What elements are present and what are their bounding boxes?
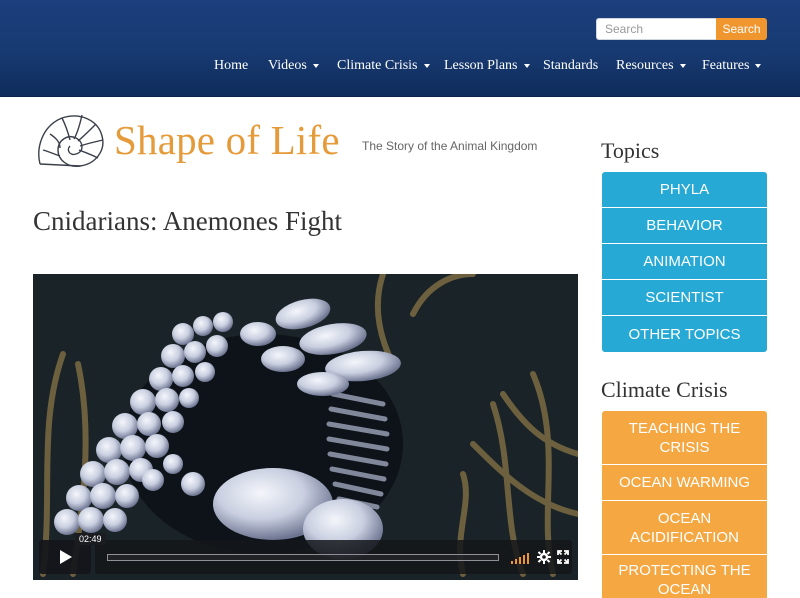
- video-frame-anemone: [33, 274, 578, 580]
- nav-videos[interactable]: Videos: [268, 58, 319, 74]
- climate-ocean-warming[interactable]: OCEAN WARMING: [602, 465, 767, 501]
- video-current-time: 02:49: [75, 533, 106, 545]
- video-progress-bar[interactable]: [107, 554, 499, 561]
- nautilus-shell-icon: [38, 114, 104, 167]
- nav-standards[interactable]: Standards: [543, 58, 598, 74]
- caret-down-icon: [523, 63, 530, 68]
- topics-heading: Topics: [601, 138, 660, 163]
- volume-icon[interactable]: [511, 550, 531, 564]
- video-player[interactable]: 02:49: [33, 274, 578, 580]
- search-input[interactable]: [596, 18, 716, 40]
- climate-teaching-the-crisis[interactable]: TEACHING THE CRISIS: [602, 411, 767, 465]
- climate-protecting-the-ocean[interactable]: PROTECTING THE OCEAN: [602, 555, 767, 598]
- nav-resources[interactable]: Resources: [616, 58, 686, 74]
- nav-features[interactable]: Features: [702, 58, 762, 74]
- search-form: Search: [596, 18, 767, 40]
- main-nav: Home Videos Climate Crisis Lesson Plans …: [0, 58, 800, 78]
- caret-down-icon: [755, 63, 762, 68]
- logo-wordmark: Shape of Life: [114, 117, 340, 163]
- caret-down-icon: [679, 63, 686, 68]
- play-button[interactable]: [39, 540, 91, 574]
- climate-crisis-heading: Climate Crisis: [601, 377, 728, 402]
- caret-down-icon: [423, 63, 430, 68]
- topic-other-topics[interactable]: OTHER TOPICS: [602, 316, 767, 352]
- video-controls: 02:49: [39, 533, 572, 574]
- topic-scientist[interactable]: SCIENTIST: [602, 280, 767, 316]
- topic-animation[interactable]: ANIMATION: [602, 244, 767, 280]
- settings-gear-icon[interactable]: [537, 550, 551, 564]
- nav-climate-crisis[interactable]: Climate Crisis: [337, 58, 430, 74]
- video-control-bar: 02:49: [75, 533, 572, 574]
- topics-list: PHYLA BEHAVIOR ANIMATION SCIENTIST OTHER…: [602, 172, 767, 352]
- fullscreen-icon[interactable]: [557, 550, 569, 564]
- site-logo[interactable]: Shape of Life The Story of the Animal Ki…: [34, 112, 538, 172]
- climate-crisis-list: TEACHING THE CRISIS OCEAN WARMING OCEAN …: [602, 411, 767, 598]
- logo-tagline: The Story of the Animal Kingdom: [362, 139, 538, 153]
- search-button[interactable]: Search: [716, 18, 767, 40]
- topic-behavior[interactable]: BEHAVIOR: [602, 208, 767, 244]
- site-header: Search Home Videos Climate Crisis Lesson…: [0, 0, 800, 97]
- nav-home[interactable]: Home: [214, 58, 248, 74]
- climate-ocean-acidification[interactable]: OCEAN ACIDIFICATION: [602, 501, 767, 555]
- caret-down-icon: [312, 63, 319, 68]
- page-title: Cnidarians: Anemones Fight: [33, 206, 342, 236]
- topic-phyla[interactable]: PHYLA: [602, 172, 767, 208]
- nav-lesson-plans[interactable]: Lesson Plans: [444, 58, 530, 74]
- play-icon: [60, 550, 72, 564]
